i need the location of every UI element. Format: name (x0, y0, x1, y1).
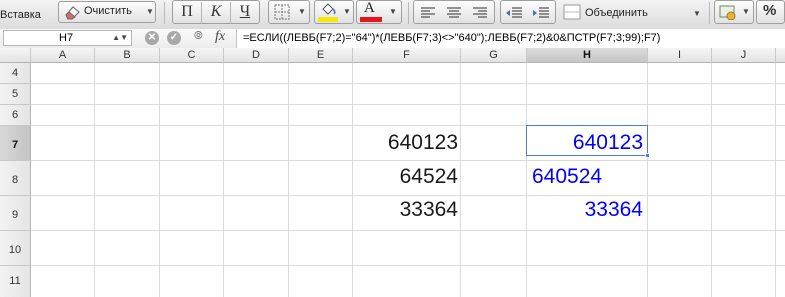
row-header-10[interactable]: 10 (0, 231, 31, 266)
formula-input[interactable]: =ЕСЛИ((ЛЕВБ(F7;2)="64")*(ЛЕВБ(F7;3)<>"64… (236, 29, 785, 48)
name-box-value: H7 (59, 32, 74, 44)
font-color-button[interactable]: A ▼ (356, 0, 402, 24)
fill-handle[interactable] (645, 153, 650, 158)
align-center-icon[interactable] (446, 6, 462, 20)
chevron-right-icon[interactable]: ⦾ (194, 30, 203, 43)
underline-button[interactable]: Ч (231, 2, 259, 24)
fill-color-button[interactable]: ▼ (314, 0, 354, 24)
row-header-9[interactable]: 9 (0, 196, 31, 231)
paint-bucket-icon (322, 3, 336, 15)
column-header-a[interactable]: A (31, 48, 95, 63)
row-header-5[interactable]: 5 (0, 84, 31, 105)
column-header-k[interactable] (776, 48, 785, 63)
row-header-6[interactable]: 6 (0, 105, 31, 126)
name-box[interactable]: H7 ▲▼ (3, 30, 132, 46)
font-style-group: П К Ч (172, 0, 260, 24)
merge-cells-icon[interactable] (563, 4, 581, 20)
column-header-d[interactable]: D (224, 48, 289, 63)
fill-color-swatch (318, 17, 338, 22)
column-header-g[interactable]: G (461, 48, 527, 63)
cell-f7[interactable]: 640123 (388, 131, 458, 155)
cell-f9[interactable]: 33364 (400, 198, 458, 222)
chevron-down-icon[interactable]: ▼ (146, 7, 154, 16)
indent-group (500, 0, 556, 24)
align-right-icon[interactable] (472, 6, 488, 20)
updown-arrows-icon[interactable]: ▲▼ (112, 31, 128, 45)
row-header-11[interactable]: 11 (0, 266, 31, 297)
cell-h9[interactable]: 33364 (585, 198, 643, 222)
ribbon-toolbar: Вставка Очистить ▼ П К Ч ▼ ▼ A ▼ Объедин… (0, 0, 785, 30)
column-header-e[interactable]: E (289, 48, 353, 63)
column-header-f[interactable]: F (353, 48, 461, 63)
cell-h8[interactable]: 640524 (532, 165, 602, 189)
clear-button[interactable]: Очистить ▼ (58, 1, 156, 23)
merge-label[interactable]: Объединить (585, 7, 648, 19)
column-header-j[interactable]: J (712, 48, 776, 63)
paste-button[interactable]: Вставка (0, 9, 41, 21)
chevron-down-icon[interactable]: ▼ (742, 7, 750, 16)
font-color-swatch (360, 17, 382, 22)
percent-button[interactable]: % (756, 0, 785, 24)
column-header-h[interactable]: H (527, 48, 648, 63)
number-format-icon (719, 5, 736, 20)
chevron-down-icon[interactable]: ▼ (389, 7, 397, 16)
chevron-down-icon[interactable]: ▼ (298, 7, 306, 16)
align-left-icon[interactable] (420, 6, 436, 20)
decrease-indent-icon[interactable] (505, 6, 523, 20)
borders-button[interactable]: ▼ (268, 0, 310, 24)
column-header-b[interactable]: B (95, 48, 160, 63)
select-all-corner[interactable] (0, 48, 31, 63)
clear-label: Очистить (84, 5, 132, 17)
chevron-down-icon[interactable]: ▼ (343, 7, 351, 16)
alignment-group (413, 0, 495, 24)
column-header-i[interactable]: I (648, 48, 712, 63)
bold-button[interactable]: П (173, 2, 202, 24)
cell-f8[interactable]: 64524 (400, 165, 458, 189)
row-header-8[interactable]: 8 (0, 161, 31, 196)
confirm-icon[interactable]: ✓ (167, 31, 181, 45)
chevron-down-icon[interactable]: ▼ (693, 9, 701, 18)
active-cell-selection[interactable] (526, 125, 648, 156)
column-header-c[interactable]: C (160, 48, 224, 63)
eraser-icon (65, 6, 80, 20)
percent-label: % (763, 2, 777, 19)
cancel-icon[interactable]: ✕ (145, 31, 159, 45)
fx-icon[interactable]: fx (215, 29, 225, 45)
italic-button[interactable]: К (202, 2, 231, 24)
font-color-letter: A (364, 0, 375, 16)
borders-icon (274, 4, 290, 20)
row-header-7[interactable]: 7 (0, 126, 31, 161)
increase-indent-icon[interactable] (532, 6, 550, 20)
number-format-button[interactable]: ▼ (714, 0, 754, 24)
formula-bar: H7 ▲▼ ✕ ✓ ⦾ fx =ЕСЛИ((ЛЕВБ(F7;2)="64")*(… (0, 29, 785, 49)
row-header-4[interactable]: 4 (0, 63, 31, 84)
